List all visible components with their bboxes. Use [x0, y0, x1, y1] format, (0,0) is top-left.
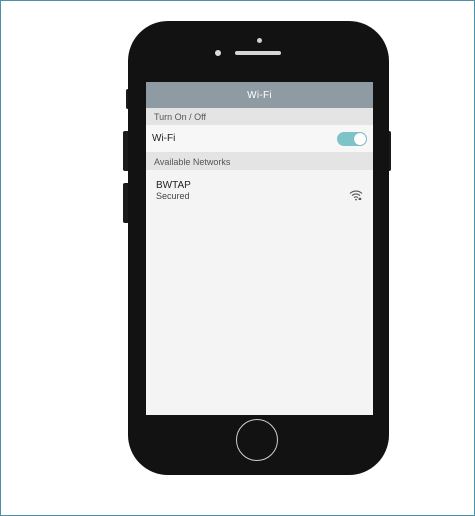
front-camera: [215, 50, 221, 56]
network-info: BWTAP Secured: [156, 180, 191, 201]
home-button[interactable]: [236, 419, 278, 461]
section-header-power: Turn On / Off: [146, 108, 373, 125]
screen-title: Wi-Fi: [146, 82, 373, 108]
network-status: Secured: [156, 191, 190, 201]
wifi-signal-icon: [349, 190, 363, 201]
wifi-toggle-switch[interactable]: [337, 131, 367, 146]
toggle-knob: [354, 132, 366, 145]
network-name: BWTAP: [156, 180, 191, 191]
wifi-toggle-row[interactable]: Wi-Fi: [146, 125, 373, 153]
canvas-frame: Wi-Fi Turn On / Off Wi-Fi Available Netw…: [0, 0, 475, 516]
earpiece-speaker: [235, 51, 281, 55]
wifi-toggle-label: Wi-Fi: [152, 133, 176, 144]
phone-screen: Wi-Fi Turn On / Off Wi-Fi Available Netw…: [146, 82, 373, 415]
phone-body: Wi-Fi Turn On / Off Wi-Fi Available Netw…: [128, 21, 389, 475]
network-item[interactable]: BWTAP Secured: [146, 170, 373, 207]
section-header-networks: Available Networks: [146, 153, 373, 170]
proximity-sensor: [257, 38, 262, 43]
